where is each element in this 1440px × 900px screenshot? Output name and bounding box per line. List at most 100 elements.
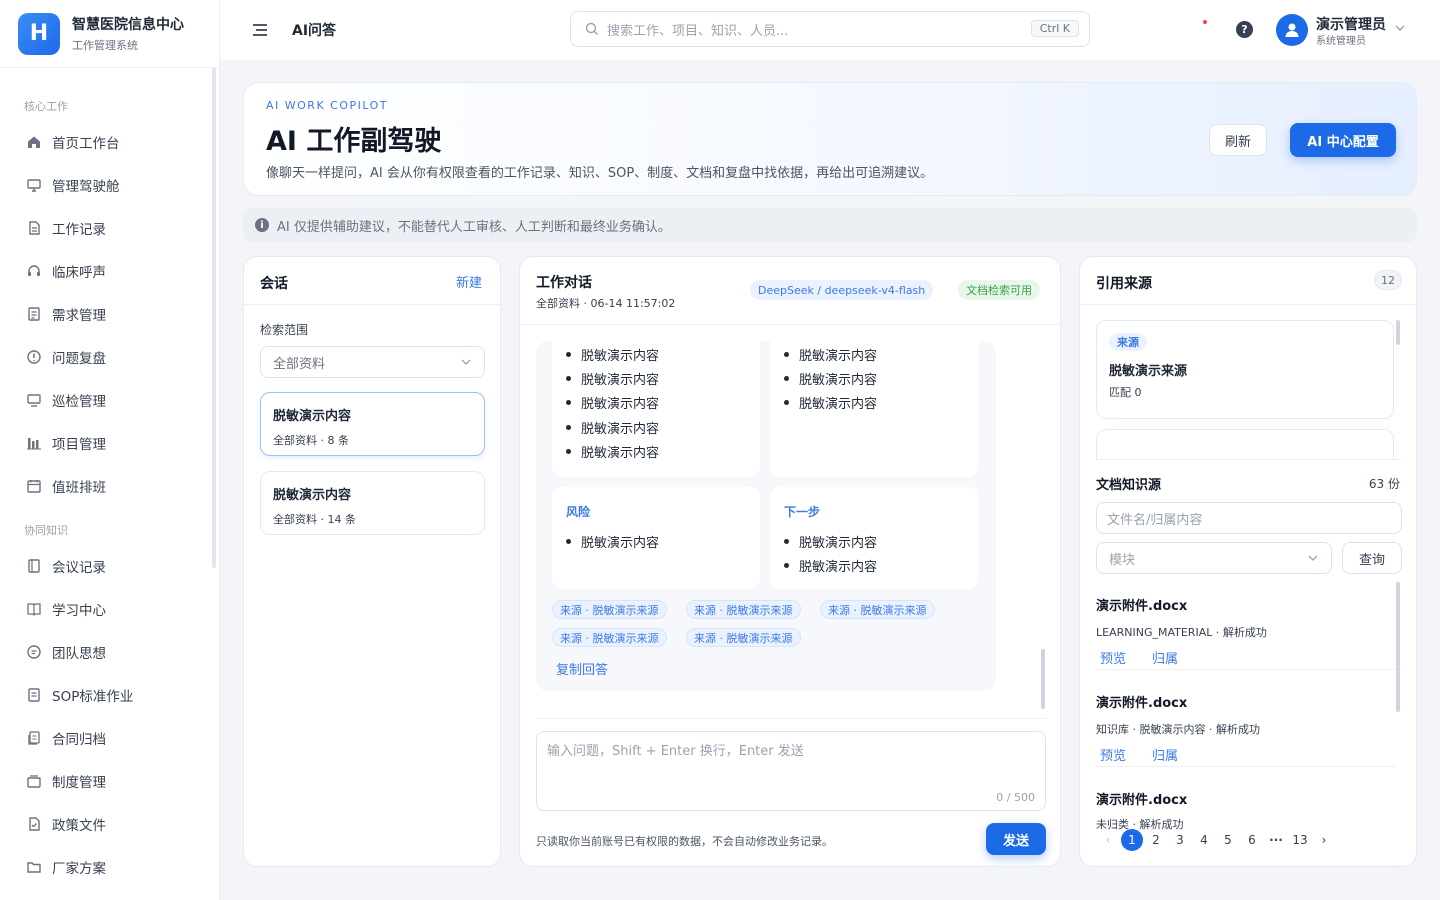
sidebar-item-dashboard[interactable]: 管理驾驶舱 <box>26 173 120 197</box>
sidebar-item-label: 管理驾驶舱 <box>52 179 120 195</box>
info-icon: i <box>255 218 269 232</box>
search-shortcut-badge: Ctrl K <box>1030 20 1079 37</box>
doc-meta: LEARNING_MATERIAL · 解析成功 <box>1096 626 1267 639</box>
query-button[interactable]: 查询 <box>1342 542 1402 574</box>
sidebar-item-label: 厂家方案 <box>52 861 106 877</box>
doc-preview-link[interactable]: 预览 <box>1100 652 1126 667</box>
page-button-current[interactable]: 1 <box>1121 829 1143 851</box>
sidebar-item-meetings[interactable]: 会议记录 <box>26 554 106 578</box>
page-ellipsis[interactable]: ··· <box>1264 833 1288 847</box>
risk-section: 风险 脱敏演示内容 <box>552 487 760 589</box>
app-name: 智慧医院信息中心 <box>72 17 184 33</box>
scope-select[interactable]: 全部资料 <box>260 346 485 378</box>
page-button[interactable]: 6 <box>1240 833 1264 847</box>
sidebar-item-duty-schedule[interactable]: 值班排班 <box>26 474 106 498</box>
page-button[interactable]: 5 <box>1216 833 1240 847</box>
session-item[interactable]: 脱敏演示内容 全部资料 · 14 条 <box>260 471 485 535</box>
doc-item[interactable]: 演示附件.docx 知识库 · 脱敏演示内容 · 解析成功 预览 归属 <box>1096 692 1396 764</box>
session-item[interactable]: 脱敏演示内容 全部资料 · 8 条 <box>260 392 485 456</box>
source-chip[interactable]: 来源 · 脱敏演示来源 <box>552 600 667 619</box>
filename-search-input[interactable]: 文件名/归属内容 <box>1096 502 1402 534</box>
user-name[interactable]: 演示管理员 <box>1316 14 1386 34</box>
brand[interactable]: H 智慧医院信息中心 工作管理系统 <box>0 0 219 68</box>
app-subtitle: 工作管理系统 <box>72 39 138 52</box>
source-chip[interactable]: 来源 · 脱敏演示来源 <box>686 600 801 619</box>
menu-toggle-icon[interactable] <box>250 20 270 40</box>
divider <box>536 718 1046 719</box>
doc-owner-link[interactable]: 归属 <box>1152 652 1178 667</box>
session-meta: 全部资料 · 8 条 <box>273 434 349 447</box>
sidebar-item-label: 巡检管理 <box>52 394 106 410</box>
sidebar-item-learning[interactable]: 学习中心 <box>26 597 106 621</box>
copy-answer-button[interactable]: 复制回答 <box>556 659 608 678</box>
chat-scrollbar[interactable] <box>1041 649 1045 709</box>
page-button[interactable]: 13 <box>1288 833 1312 847</box>
help-icon[interactable]: ? <box>1236 21 1253 38</box>
source-chip[interactable]: 来源 · 脱敏演示来源 <box>820 600 935 619</box>
chat-icon <box>27 645 41 659</box>
char-counter: 0 / 500 <box>996 791 1035 804</box>
sidebar-item-contracts[interactable]: 合同归档 <box>26 726 106 750</box>
retrieval-status-tag: 文档检索可用 <box>958 280 1040 300</box>
references-count: 12 <box>1374 270 1402 290</box>
divider <box>1080 304 1416 305</box>
prev-page-button[interactable]: ‹ <box>1096 833 1120 847</box>
ai-config-button[interactable]: AI 中心配置 <box>1290 123 1396 157</box>
page-button[interactable]: 2 <box>1144 833 1168 847</box>
sidebar-item-clinical-voice[interactable]: 临床呼声 <box>26 259 106 283</box>
module-select[interactable]: 模块 <box>1096 542 1332 574</box>
module-placeholder: 模块 <box>1109 552 1136 568</box>
reference-card[interactable]: 来源 脱敏演示来源 匹配 0 <box>1096 320 1394 419</box>
send-button[interactable]: 发送 <box>986 823 1046 855</box>
avatar[interactable] <box>1276 14 1308 46</box>
page-button[interactable]: 4 <box>1192 833 1216 847</box>
home-icon <box>28 136 40 148</box>
sidebar-item-team-thoughts[interactable]: 团队思想 <box>26 640 106 664</box>
session-title: 脱敏演示内容 <box>273 409 352 424</box>
next-step-bullet: 脱敏演示内容 <box>784 556 877 575</box>
doc-preview-link[interactable]: 预览 <box>1100 749 1126 764</box>
source-chip[interactable]: 来源 · 脱敏演示来源 <box>552 628 667 647</box>
sidebar-item-vendor-solutions[interactable]: 厂家方案 <box>26 855 106 879</box>
sidebar-scrollbar[interactable] <box>212 68 216 568</box>
sidebar-item-regulations[interactable]: 制度管理 <box>26 769 106 793</box>
sidebar-item-problem-review[interactable]: 问题复盘 <box>26 345 106 369</box>
sidebar-item-label: 合同归档 <box>52 732 106 748</box>
user-role: 系统管理员 <box>1316 36 1366 47</box>
global-search-input[interactable]: 搜索工作、项目、知识、人员... Ctrl K <box>570 11 1090 47</box>
divider <box>1096 459 1402 460</box>
reference-title: 脱敏演示来源 <box>1109 364 1188 379</box>
filename-placeholder: 文件名/归属内容 <box>1107 512 1203 528</box>
sidebar-item-policies[interactable]: 政策文件 <box>26 812 106 836</box>
sidebar-item-work-records[interactable]: 工作记录 <box>26 216 106 240</box>
next-page-button[interactable]: › <box>1312 833 1336 847</box>
sidebar-item-home[interactable]: 首页工作台 <box>26 130 120 154</box>
sidebar-item-projects[interactable]: 项目管理 <box>26 431 106 455</box>
divider <box>244 304 500 305</box>
sidebar-item-sop[interactable]: SOP标准作业 <box>26 683 133 707</box>
answer-section-right: 脱敏演示内容 脱敏演示内容 脱敏演示内容 <box>770 341 978 477</box>
divider <box>1096 669 1396 670</box>
question-input[interactable]: 输入问题，Shift + Enter 换行，Enter 发送 0 / 500 <box>536 731 1046 811</box>
sidebar-item-requirements[interactable]: 需求管理 <box>26 302 106 326</box>
new-session-button[interactable]: 新建 <box>456 272 482 291</box>
doc-item[interactable]: 演示附件.docx LEARNING_MATERIAL · 解析成功 预览 归属 <box>1096 595 1396 667</box>
hero-banner: AI WORK COPILOT AI 工作副驾驶 像聊天一样提问，AI 会从你有… <box>243 82 1417 196</box>
reference-card-partial[interactable] <box>1096 429 1394 459</box>
docs-scrollbar[interactable] <box>1396 582 1400 712</box>
doc-owner-link[interactable]: 归属 <box>1152 749 1178 764</box>
source-chip[interactable]: 来源 · 脱敏演示来源 <box>686 628 801 647</box>
sessions-title: 会话 <box>260 276 288 292</box>
dashboard-icon <box>27 179 41 192</box>
app-logo: H <box>18 12 60 55</box>
chevron-down-icon[interactable] <box>1394 22 1406 34</box>
doc-item[interactable]: 演示附件.docx 未归类 · 解析成功 <box>1096 789 1396 832</box>
chevron-down-icon <box>461 359 471 365</box>
sidebar-item-inspection[interactable]: 巡检管理 <box>26 388 106 412</box>
notification-dot[interactable] <box>1203 20 1207 24</box>
page-button[interactable]: 3 <box>1168 833 1192 847</box>
question-placeholder: 输入问题，Shift + Enter 换行，Enter 发送 <box>547 744 804 759</box>
references-scrollbar[interactable] <box>1396 320 1400 345</box>
refresh-button[interactable]: 刷新 <box>1209 124 1267 156</box>
hero-title: AI 工作副驾驶 <box>266 126 442 157</box>
